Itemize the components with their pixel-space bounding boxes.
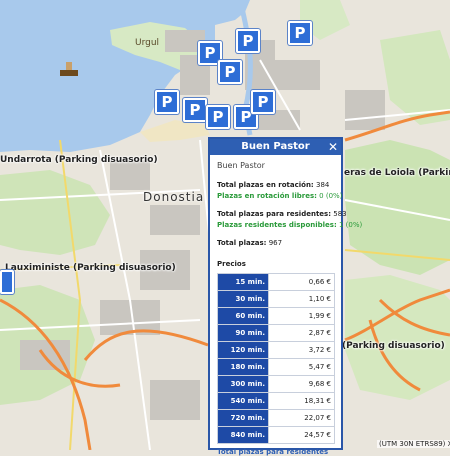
- rotation-total-label: Total plazas en rotación:: [217, 181, 314, 189]
- residents-link[interactable]: Total plazas para residentes: [217, 448, 335, 456]
- prices-heading: Precios: [217, 260, 246, 268]
- map-credit: (UTM 30N ETRS89) X: [377, 440, 450, 448]
- price-row: 120 min. 3,72 €: [217, 341, 335, 359]
- price-row: 60 min. 1,99 €: [217, 307, 335, 325]
- price-row: 840 min. 24,57 €: [217, 426, 335, 444]
- price-row: 180 min. 5,47 €: [217, 358, 335, 376]
- parking-marker[interactable]: [0, 270, 14, 294]
- residents-total-value: 583: [333, 210, 347, 218]
- rotation-free-row: Plazas en rotación libres: 0 (0%): [217, 191, 342, 202]
- place-label-urgul: Urgul: [135, 38, 160, 48]
- parking-marker[interactable]: P: [155, 90, 179, 114]
- popup-parking-name: Buen Pastor: [217, 161, 265, 170]
- total-row: Total plazas: 967: [217, 238, 335, 249]
- price-amount: 0,66 €: [268, 273, 335, 291]
- price-amount: 18,31 €: [268, 392, 335, 410]
- price-row: 300 min. 9,68 €: [217, 375, 335, 393]
- price-row: 90 min. 2,87 €: [217, 324, 335, 342]
- popup-header: Buen Pastor ✕: [210, 139, 341, 155]
- price-amount: 5,47 €: [268, 358, 335, 376]
- price-duration: 180 min.: [217, 358, 269, 376]
- price-row: 720 min. 22,07 €: [217, 409, 335, 427]
- price-duration: 840 min.: [217, 426, 269, 444]
- parking-marker[interactable]: P: [183, 98, 207, 122]
- residents-free-value: 1 (0%): [339, 221, 363, 229]
- total-value: 967: [268, 239, 283, 247]
- parking-label-lauxiministe[interactable]: Lauxiministe (Parking disuasorio): [5, 263, 176, 273]
- price-duration: 120 min.: [217, 341, 269, 359]
- price-row: 540 min. 18,31 €: [217, 392, 335, 410]
- parking-info-popup: Buen Pastor ✕ Buen Pastor Total plazas e…: [208, 137, 362, 456]
- residents-total-row: Total plazas para residentes: 583: [217, 209, 347, 220]
- total-label: Total plazas:: [217, 239, 267, 247]
- parking-marker[interactable]: P: [288, 21, 312, 45]
- close-icon[interactable]: ✕: [327, 139, 339, 155]
- rotation-total-row: Total plazas en rotación: 384: [217, 180, 335, 191]
- parking-marker[interactable]: P: [251, 90, 275, 114]
- parking-label-loiola[interactable]: eras de Loiola (Parking disuaso: [344, 168, 450, 178]
- price-row: 15 min. 0,66 €: [217, 273, 335, 291]
- price-duration: 90 min.: [217, 324, 269, 342]
- place-label-donostia: Donostia /: [143, 190, 215, 204]
- price-amount: 3,72 €: [268, 341, 335, 359]
- price-amount: 22,07 €: [268, 409, 335, 427]
- prices-table: 15 min. 0,66 €30 min. 1,10 €60 min. 1,99 €9…: [217, 273, 335, 444]
- parking-label-undarrota[interactable]: Undarrota (Parking disuasorio): [0, 155, 158, 165]
- parking-marker[interactable]: P: [218, 60, 242, 84]
- price-amount: 1,99 €: [268, 307, 335, 325]
- price-duration: 30 min.: [217, 290, 269, 308]
- rotation-total-value: 384: [315, 181, 330, 189]
- parking-label-south[interactable]: (Parking disuasorio): [342, 341, 445, 351]
- price-amount: 2,87 €: [268, 324, 335, 342]
- price-amount: 24,57 €: [268, 426, 335, 444]
- rotation-free-value: 0 (0%): [319, 192, 343, 200]
- parking-marker[interactable]: P: [236, 29, 260, 53]
- price-duration: 720 min.: [217, 409, 269, 427]
- popup-title: Buen Pastor: [241, 141, 310, 152]
- price-row: 30 min. 1,10 €: [217, 290, 335, 308]
- price-duration: 15 min.: [217, 273, 269, 291]
- residents-free-label: Plazas residentes disponibles:: [217, 221, 337, 229]
- price-duration: 540 min.: [217, 392, 269, 410]
- price-duration: 60 min.: [217, 307, 269, 325]
- price-amount: 1,10 €: [268, 290, 335, 308]
- price-amount: 9,68 €: [268, 375, 335, 393]
- price-duration: 300 min.: [217, 375, 269, 393]
- residents-total-label: Total plazas para residentes:: [217, 210, 332, 218]
- residents-free-row: Plazas residentes disponibles: 1 (0%): [217, 220, 362, 231]
- parking-marker[interactable]: P: [206, 105, 230, 129]
- rotation-free-label: Plazas en rotación libres:: [217, 192, 317, 200]
